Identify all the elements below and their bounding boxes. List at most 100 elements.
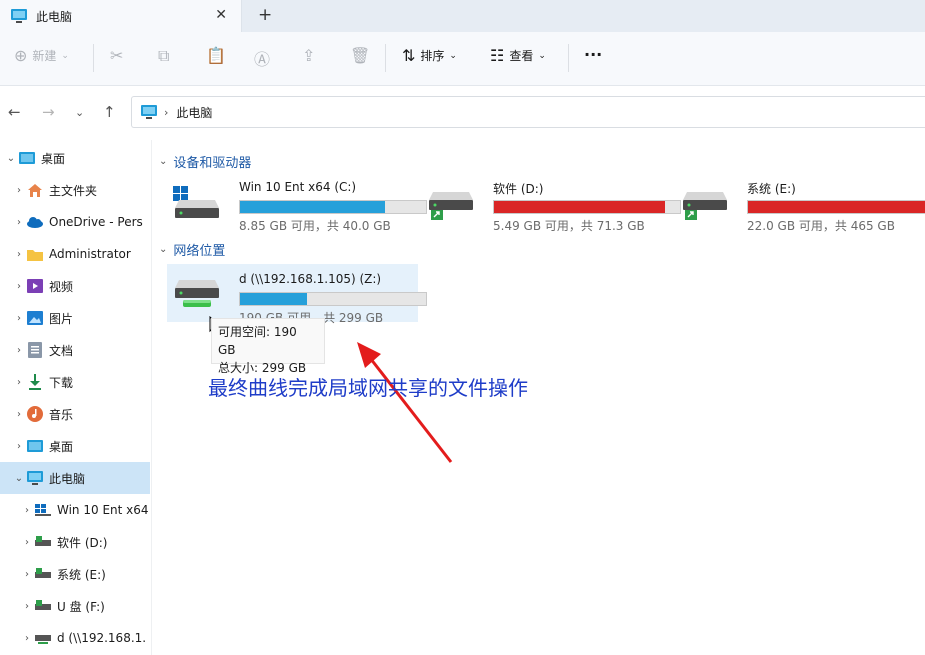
chevron-down-icon: ⌄: [14, 472, 24, 484]
drive-c-tile[interactable]: Win 10 Ent x64 (C:) 8.85 GB 可用，共 40.0 GB: [167, 172, 427, 233]
drive-usage-fill: [240, 293, 307, 305]
recent-locations-chevron-icon[interactable]: ⌄: [75, 106, 84, 119]
sidebar-item-pictures[interactable]: › 图片: [0, 302, 150, 334]
chevron-right-icon: ›: [17, 376, 21, 388]
chevron-right-icon: ›: [17, 312, 21, 324]
rename-icon: Ⓐ: [254, 50, 271, 69]
list-view-icon: ☷: [490, 46, 505, 65]
document-icon: [26, 342, 44, 358]
tab-strip: 此电脑 ✕ +: [0, 0, 925, 32]
toolbar-divider: [385, 44, 386, 72]
share-icon: ⇪: [302, 46, 316, 65]
address-bar[interactable]: › 此电脑: [131, 96, 925, 128]
view-button[interactable]: ☷ 查看 ⌄: [490, 46, 546, 65]
command-bar: ⊕ 新建 ⌄ ✂ ⧉ 📋 Ⓐ ⇪ 🗑 ⇅ 排序 ⌄ ☷ 查看 ⌄ ···: [0, 32, 925, 86]
tab-this-pc[interactable]: 此电脑 ✕: [0, 0, 242, 32]
sidebar-item-desktop-2[interactable]: › 桌面: [0, 430, 150, 462]
drive-icon: [429, 192, 473, 220]
network-group-header[interactable]: ⌄ 网络位置: [159, 240, 225, 259]
sidebar-item-music[interactable]: › 音乐: [0, 398, 150, 430]
sidebar-item-label: U 盘 (F:): [57, 599, 105, 614]
forward-arrow-icon[interactable]: →: [42, 103, 55, 121]
annotation-caption: 最终曲线完成局域网共享的文件操作: [208, 376, 528, 400]
delete-button[interactable]: 🗑: [350, 46, 375, 65]
drive-usage-bar: [239, 200, 427, 214]
drive-tooltip: 可用空间: 190 GB 总大小: 299 GB: [211, 318, 325, 375]
paste-button[interactable]: 📋: [206, 46, 231, 65]
sidebar-item-network-drive[interactable]: › d (\\192.168.1.: [0, 622, 150, 654]
drive-name: Win 10 Ent x64 (C:): [239, 180, 357, 194]
sidebar-item-label: 视频: [49, 279, 74, 294]
new-tab-button[interactable]: +: [258, 5, 272, 25]
sidebar-item-label: 系统 (E:): [57, 567, 106, 582]
annotation-arrow-icon: [357, 342, 453, 463]
content-pane: ⌄ 设备和驱动器 Win 10 Ent x64 (C:) 8.85 GB 可用，…: [153, 140, 925, 655]
chevron-right-icon: ›: [17, 216, 21, 228]
chevron-down-icon: ⌄: [6, 152, 16, 164]
sort-button[interactable]: ⇅ 排序 ⌄: [402, 46, 457, 65]
sidebar-item-administrator[interactable]: › Administrator: [0, 238, 150, 270]
up-arrow-icon[interactable]: ↑: [103, 103, 116, 121]
sidebar-item-drive-f[interactable]: › U 盘 (F:): [0, 590, 150, 622]
network-drive-z-tile[interactable]: d (\\192.168.1.105) (Z:) 190 GB 可用，共 299…: [167, 264, 427, 325]
plus-circle-icon: ⊕: [14, 46, 28, 65]
devices-group-header[interactable]: ⌄ 设备和驱动器: [159, 152, 251, 171]
copy-button[interactable]: ⧉: [158, 46, 174, 66]
cut-button[interactable]: ✂: [110, 46, 128, 65]
navigation-pane: ⌄ 桌面 › 主文件夹 › OneDrive - Pers › Administ…: [0, 140, 152, 655]
sidebar-item-label: Administrator: [49, 247, 131, 261]
breadcrumb-chevron-icon: ›: [164, 105, 169, 119]
computer-icon: [141, 105, 157, 119]
more-icon: ···: [584, 45, 603, 64]
chevron-right-icon: ›: [17, 440, 21, 452]
drive-icon: [34, 598, 52, 614]
toolbar-divider: [568, 44, 569, 72]
sidebar-item-this-pc[interactable]: ⌄ 此电脑: [0, 462, 150, 494]
sidebar-item-label: d (\\192.168.1.: [57, 631, 147, 645]
back-arrow-icon[interactable]: ←: [8, 103, 21, 121]
drive-icon: [34, 534, 52, 550]
drive-usage-bar: [747, 200, 925, 214]
sidebar-item-onedrive[interactable]: › OneDrive - Pers: [0, 206, 150, 238]
close-tab-button[interactable]: ✕: [215, 7, 227, 23]
more-options-button[interactable]: ···: [584, 45, 602, 64]
group-header-label: 设备和驱动器: [173, 156, 252, 171]
new-button[interactable]: ⊕ 新建 ⌄: [14, 46, 69, 65]
sidebar-item-drive-d[interactable]: › 软件 (D:): [0, 526, 150, 558]
windows-drive-icon: [173, 186, 219, 218]
chevron-right-icon: ›: [25, 568, 29, 580]
sidebar-item-drive-e[interactable]: › 系统 (E:): [0, 558, 150, 590]
download-icon: [26, 374, 44, 390]
sidebar-item-home[interactable]: › 主文件夹: [0, 174, 150, 206]
video-icon: [26, 278, 44, 294]
sort-label: 排序: [420, 49, 445, 63]
sidebar-item-documents[interactable]: › 文档: [0, 334, 150, 366]
cloud-icon: [26, 214, 44, 230]
new-label: 新建: [32, 49, 57, 63]
rename-button[interactable]: Ⓐ: [254, 46, 275, 70]
chevron-right-icon: ›: [17, 248, 21, 260]
navigation-row: ← → ⌄ ↑ › 此电脑: [0, 86, 925, 138]
scissors-icon: ✂: [110, 46, 124, 65]
drive-usage-bar: [493, 200, 681, 214]
share-button[interactable]: ⇪: [302, 46, 320, 65]
chevron-down-icon: ⌄: [159, 244, 168, 255]
sidebar-item-videos[interactable]: › 视频: [0, 270, 150, 302]
chevron-right-icon: ›: [17, 184, 21, 196]
sidebar-item-label: 此电脑: [49, 471, 86, 486]
sidebar-item-downloads[interactable]: › 下载: [0, 366, 150, 398]
drive-e-tile[interactable]: 系统 (E:) 22.0 GB 可用，共 465 GB: [675, 172, 925, 233]
drive-d-tile[interactable]: 软件 (D:) 5.49 GB 可用，共 71.3 GB: [421, 172, 681, 233]
group-header-label: 网络位置: [173, 244, 226, 259]
chevron-right-icon: ›: [25, 504, 29, 516]
drive-icon: [34, 566, 52, 582]
chevron-down-icon: ⌄: [538, 50, 546, 61]
drive-usage-fill: [494, 201, 666, 213]
folder-icon: [26, 246, 44, 262]
computer-icon: [26, 470, 44, 486]
sidebar-item-desktop[interactable]: ⌄ 桌面: [0, 142, 150, 174]
sidebar-item-label: 主文件夹: [49, 183, 98, 198]
breadcrumb-this-pc[interactable]: 此电脑: [176, 104, 212, 121]
desktop-icon: [18, 150, 36, 166]
sidebar-item-drive-c[interactable]: › Win 10 Ent x64: [0, 494, 150, 526]
